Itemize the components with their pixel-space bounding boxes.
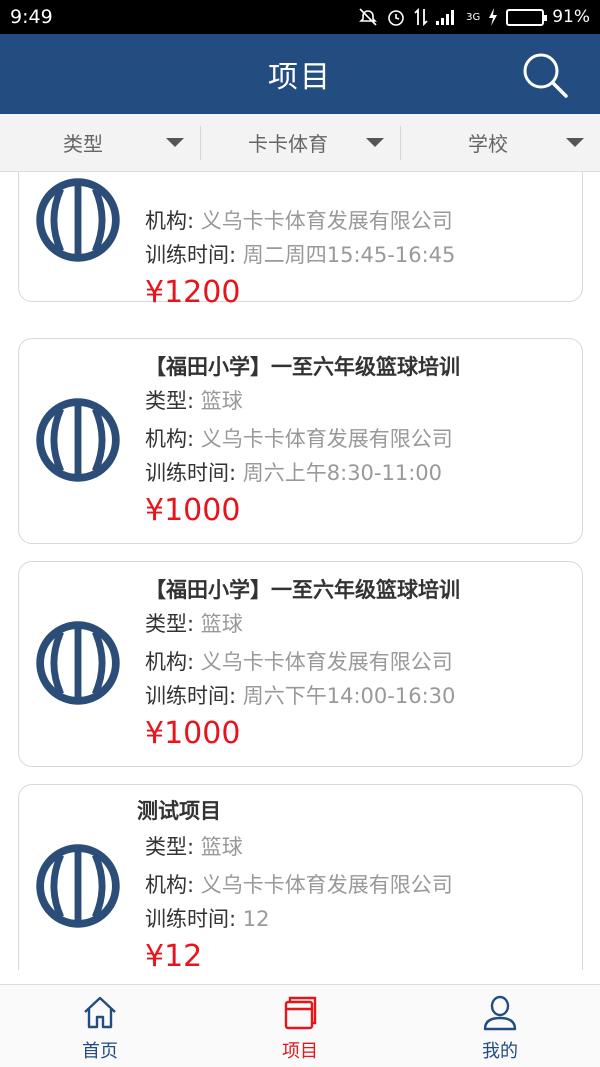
network-type: 3G <box>466 11 481 23</box>
filter-school-dropdown[interactable]: 学校 <box>400 114 600 171</box>
project-card[interactable]: 【福田小学】一至六年级篮球培训 类型: 篮球 机构: 义乌卡卡体育发展有限公司 … <box>18 338 583 544</box>
tab-label: 项目 <box>282 1041 318 1062</box>
project-card[interactable]: 机构: 义乌卡卡体育发展有限公司 训练时间: 周二周四15:45-16:45 ¥… <box>18 172 583 310</box>
page-title: 项目 <box>268 60 332 95</box>
chevron-down-icon <box>366 138 384 147</box>
card-price: ¥12 <box>145 939 203 970</box>
charging-icon <box>488 8 498 26</box>
filter-label: 学校 <box>468 132 508 156</box>
tab-home[interactable]: 首页 <box>0 985 200 1067</box>
card-organization: 机构: 义乌卡卡体育发展有限公司 <box>145 427 453 451</box>
filter-bar: 类型 卡卡体育 学校 <box>0 114 600 172</box>
card-title: 测试项目 <box>137 799 221 823</box>
battery-percent: 91% <box>552 7 590 27</box>
data-transfer-icon <box>414 7 428 27</box>
user-icon <box>483 995 517 1031</box>
card-title: 【福田小学】一至六年级篮球培训 <box>145 578 460 602</box>
project-card[interactable]: 测试项目 类型: 篮球 机构: 义乌卡卡体育发展有限公司 训练时间: 12 ¥1… <box>18 784 583 970</box>
card-type: 类型: 篮球 <box>145 389 243 413</box>
chevron-down-icon <box>566 138 584 147</box>
home-icon <box>84 996 116 1029</box>
battery-icon <box>506 8 548 26</box>
card-organization: 机构: 义乌卡卡体育发展有限公司 <box>145 873 453 897</box>
basketball-icon <box>36 178 120 262</box>
card-training-time: 训练时间: 12 <box>145 907 270 931</box>
card-price: ¥1000 <box>145 493 241 528</box>
tab-mine[interactable]: 我的 <box>400 985 600 1067</box>
alarm-icon <box>386 7 406 27</box>
signal-icon <box>436 8 458 26</box>
basketball-icon <box>36 621 120 705</box>
card-type: 类型: 篮球 <box>145 835 243 859</box>
filter-type-dropdown[interactable]: 类型 <box>0 114 200 171</box>
filter-label: 类型 <box>63 132 103 156</box>
card-organization: 机构: 义乌卡卡体育发展有限公司 <box>145 209 453 233</box>
basketball-icon <box>36 844 120 928</box>
tab-label: 我的 <box>482 1041 518 1062</box>
tab-label: 首页 <box>82 1041 118 1062</box>
status-time: 9:49 <box>10 6 53 28</box>
tab-projects[interactable]: 项目 <box>200 985 400 1067</box>
bottom-tab-bar: 首页 项目 我的 <box>0 984 600 1067</box>
card-price: ¥1200 <box>145 275 241 310</box>
card-training-time: 训练时间: 周六下午14:00-16:30 <box>145 684 456 708</box>
card-organization: 机构: 义乌卡卡体育发展有限公司 <box>145 650 453 674</box>
basketball-icon <box>36 398 120 482</box>
card-type: 类型: 篮球 <box>145 612 243 636</box>
card-price: ¥1000 <box>145 716 241 751</box>
search-icon[interactable] <box>520 50 570 100</box>
card-title: 【福田小学】一至六年级篮球培训 <box>145 355 460 379</box>
filter-organization-dropdown[interactable]: 卡卡体育 <box>200 114 400 171</box>
project-icon <box>284 996 317 1030</box>
project-card[interactable]: 【福田小学】一至六年级篮球培训 类型: 篮球 机构: 义乌卡卡体育发展有限公司 … <box>18 561 583 767</box>
mute-icon <box>358 7 378 27</box>
card-training-time: 训练时间: 周六上午8:30-11:00 <box>145 461 443 485</box>
project-list[interactable]: 机构: 义乌卡卡体育发展有限公司 训练时间: 周二周四15:45-16:45 ¥… <box>0 172 600 970</box>
status-bar: 9:49 3G 91% <box>0 0 600 34</box>
app-bar: 项目 <box>0 34 600 114</box>
card-training-time: 训练时间: 周二周四15:45-16:45 <box>145 243 456 267</box>
chevron-down-icon <box>166 138 184 147</box>
filter-label: 卡卡体育 <box>248 132 328 156</box>
status-icons: 3G 91% <box>358 7 590 27</box>
